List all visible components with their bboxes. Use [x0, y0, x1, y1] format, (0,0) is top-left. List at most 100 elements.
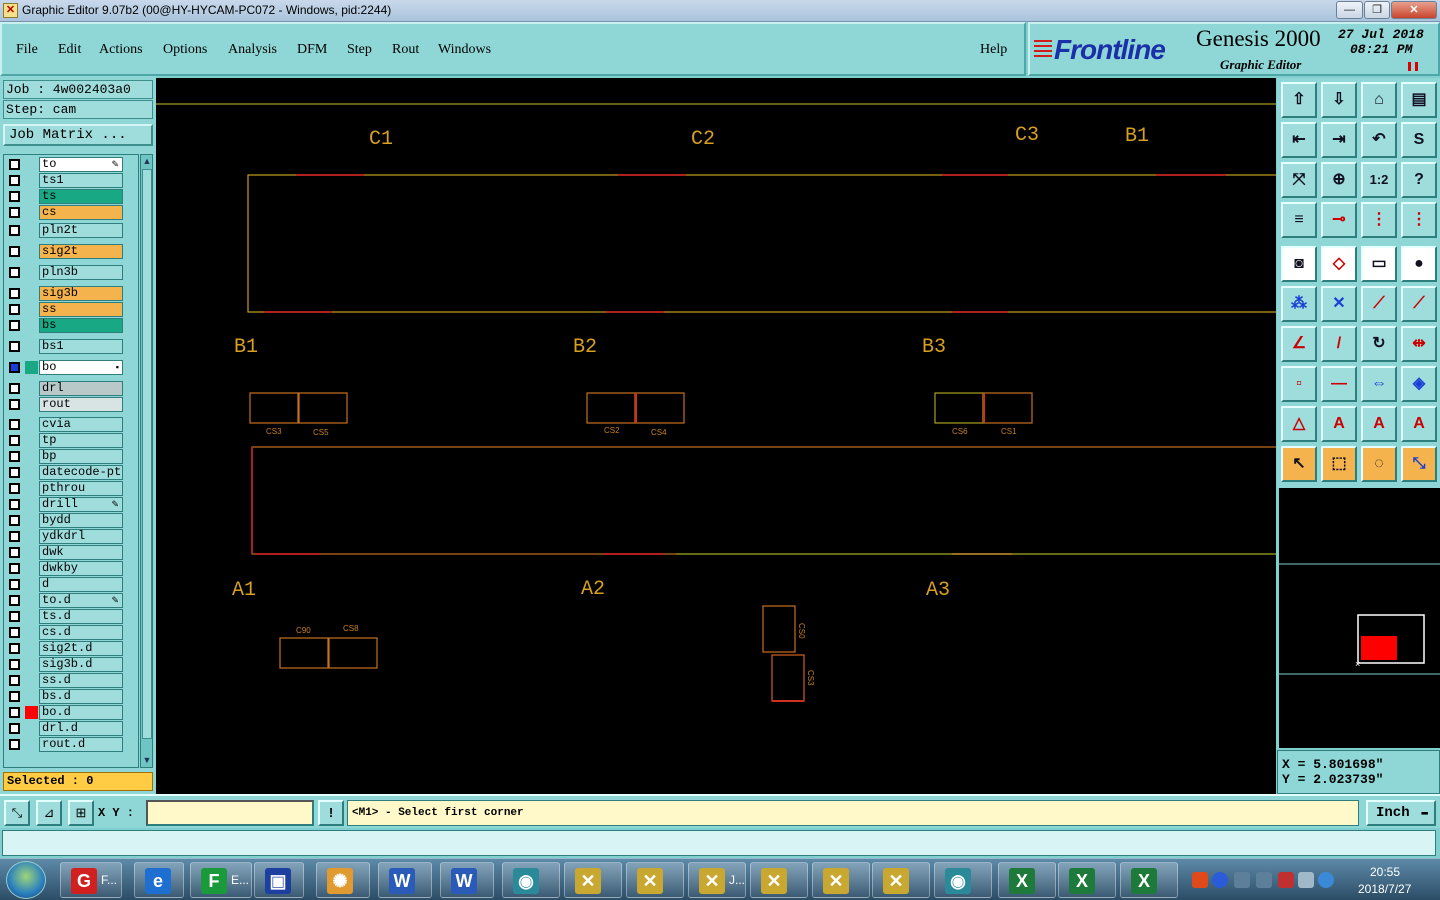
layer-row[interactable]: ts1	[4, 173, 138, 188]
layer-checkbox[interactable]	[9, 435, 20, 446]
feature-dot-icon[interactable]: ●	[1401, 246, 1437, 282]
minimize-button[interactable]: —	[1336, 1, 1363, 19]
mirror-icon[interactable]: ⇹	[1401, 326, 1437, 362]
layer-checkbox[interactable]	[9, 739, 20, 750]
layer-row[interactable]: sig3b	[4, 286, 138, 301]
slash-icon[interactable]: /	[1321, 326, 1357, 362]
arch-up-icon[interactable]: A	[1361, 406, 1397, 442]
select-pointer-icon[interactable]: ↖	[1281, 446, 1317, 482]
layer-checkbox[interactable]	[9, 595, 20, 606]
layer-name[interactable]: cs	[39, 205, 123, 220]
arch-line-icon[interactable]: A	[1401, 406, 1437, 442]
save-icon[interactable]: ⇩	[1321, 82, 1357, 118]
menu-rout[interactable]: Rout	[392, 42, 419, 58]
layer-name[interactable]: dwkby	[39, 561, 123, 576]
taskbar-app[interactable]: ✕ J...	[688, 862, 746, 898]
menu-help[interactable]: Help	[980, 42, 1007, 58]
menu-step[interactable]: Step	[347, 42, 372, 58]
feature-pad-icon[interactable]: ◙	[1281, 246, 1317, 282]
taskbar-app[interactable]: ✕	[750, 862, 808, 898]
layer-row[interactable]: pln3b	[4, 265, 138, 280]
layer-checkbox[interactable]	[9, 175, 20, 186]
layer-checkbox[interactable]	[9, 383, 20, 394]
taskbar-app[interactable]: ✕	[872, 862, 930, 898]
job-matrix-button[interactable]: Job Matrix ...	[3, 124, 153, 146]
zoom-1-2-icon[interactable]: 1:2	[1361, 162, 1397, 198]
layer-name[interactable]: ss	[39, 302, 123, 317]
layer-checkbox[interactable]	[9, 288, 20, 299]
menu-actions[interactable]: Actions	[99, 42, 143, 58]
layer-name[interactable]: pln2t	[39, 223, 123, 238]
taskbar-app[interactable]: W	[440, 862, 494, 898]
taskbar-app[interactable]: ✕	[626, 862, 684, 898]
layer-name[interactable]: bo ▪	[39, 360, 123, 375]
layer-row[interactable]: pthrou	[4, 481, 138, 496]
layer-row[interactable]: to ✎	[4, 157, 138, 172]
layer-name[interactable]: pln3b	[39, 265, 123, 280]
layer-checkbox[interactable]	[9, 659, 20, 670]
open-icon[interactable]: ⇧	[1281, 82, 1317, 118]
layer-name[interactable]: cs.d	[39, 625, 123, 640]
layer-row[interactable]: pln2t	[4, 223, 138, 238]
zoom-center-icon[interactable]: ⊕	[1321, 162, 1357, 198]
layer-checkbox[interactable]	[9, 547, 20, 558]
shapes-icon[interactable]: ◈	[1401, 366, 1437, 402]
feature-surface-icon[interactable]: ◇	[1321, 246, 1357, 282]
layer-row[interactable]: bo ▪	[4, 360, 138, 375]
layer-row[interactable]: rout.d	[4, 737, 138, 752]
layer-checkbox[interactable]	[9, 159, 20, 170]
taskbar-app[interactable]: ◉	[502, 862, 560, 898]
help-tray-icon[interactable]	[1212, 872, 1228, 888]
layer-row[interactable]: ss.d	[4, 673, 138, 688]
layer-name[interactable]: ts1	[39, 173, 123, 188]
layer-name[interactable]: sig2t	[39, 244, 123, 259]
layer-row[interactable]: sig2t.d	[4, 641, 138, 656]
layer-checkbox[interactable]	[9, 483, 20, 494]
arch-icon[interactable]: A	[1321, 406, 1357, 442]
taskbar-app[interactable]: ✺	[316, 862, 370, 898]
layer-name[interactable]: ts.d	[39, 609, 123, 624]
layer-name[interactable]: pthrou	[39, 481, 123, 496]
layer-row[interactable]: to.d ✎	[4, 593, 138, 608]
layer-row[interactable]: rout	[4, 397, 138, 412]
settings-icon[interactable]: ≡	[1281, 202, 1317, 238]
redo-icon[interactable]: S	[1401, 122, 1437, 158]
cross-icon[interactable]: ✕	[1321, 286, 1357, 322]
menu-edit[interactable]: Edit	[58, 42, 81, 58]
layer-name[interactable]: tp	[39, 433, 123, 448]
taskbar-app[interactable]: ✕	[564, 862, 622, 898]
menu-analysis[interactable]: Analysis	[228, 42, 277, 58]
export-icon[interactable]: ⇥	[1321, 122, 1357, 158]
grid-mode-icon[interactable]: ⊿	[36, 800, 62, 826]
layer-row[interactable]: d	[4, 577, 138, 592]
taskbar-app[interactable]: X	[1120, 862, 1178, 898]
layer-name[interactable]: sig2t.d	[39, 641, 123, 656]
layer-checkbox[interactable]	[9, 246, 20, 257]
select-net-icon[interactable]: ⤡	[1401, 446, 1437, 482]
layer-row[interactable]: dwk	[4, 545, 138, 560]
graphic-canvas[interactable]: C1 C2 C3 B1 B1 B2 B3 A1 A2 A3 CS3 CS5 CS…	[156, 78, 1289, 794]
taskbar-app[interactable]: G F...	[60, 862, 122, 898]
layer-checkbox[interactable]	[9, 691, 20, 702]
home-icon[interactable]: ⌂	[1361, 82, 1397, 118]
layer-name[interactable]: ss.d	[39, 673, 123, 688]
layer-name[interactable]: sig3b	[39, 286, 123, 301]
taskbar-app[interactable]: F E...	[190, 862, 252, 898]
layer-row[interactable]: ss	[4, 302, 138, 317]
layer-checkbox[interactable]	[9, 515, 20, 526]
layer-row[interactable]: bo.d	[4, 705, 138, 720]
layer-name[interactable]: bs1	[39, 339, 123, 354]
layer-row[interactable]: ydkdrl	[4, 529, 138, 544]
resize-icon[interactable]: ⇔	[1361, 366, 1397, 402]
layer-row[interactable]: bs	[4, 318, 138, 333]
line-move-icon[interactable]: ⟋	[1361, 286, 1397, 322]
layer-name[interactable]: ydkdrl	[39, 529, 123, 544]
window-icon[interactable]: ▤	[1401, 82, 1437, 118]
layer-checkbox[interactable]	[9, 267, 20, 278]
layer-checkbox[interactable]	[9, 304, 20, 315]
shield-icon[interactable]	[1318, 872, 1334, 888]
scroll-down-icon[interactable]: ▼	[142, 755, 152, 765]
input-method-icon[interactable]	[1192, 872, 1208, 888]
info-icon[interactable]: !	[318, 800, 344, 826]
zoom-fit-icon[interactable]: ⤧	[1281, 162, 1317, 198]
